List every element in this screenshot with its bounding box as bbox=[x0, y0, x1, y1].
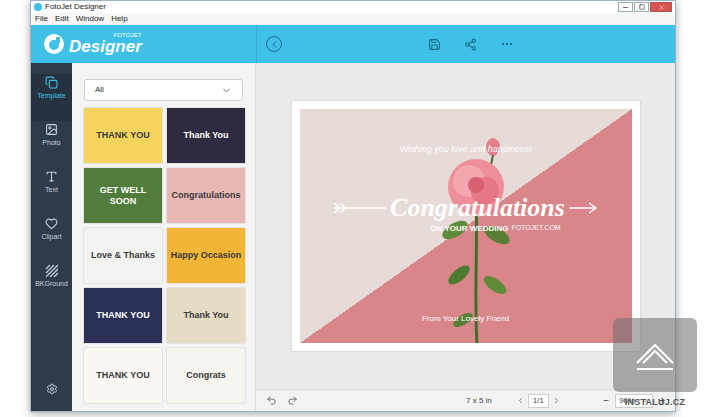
template-panel: AllTHANK YOUThank YouGET WELL SOONCongra… bbox=[72, 63, 256, 411]
minimize-icon bbox=[622, 4, 629, 11]
arrow-head-icon bbox=[569, 202, 597, 214]
logo-name: Designer bbox=[69, 38, 142, 56]
sidebar: TemplatePhotoTextClipartBKGround bbox=[31, 63, 72, 411]
template-thumbnail[interactable]: Congratulations bbox=[167, 168, 245, 223]
back-icon bbox=[269, 39, 280, 50]
arrow-tail-icon bbox=[334, 202, 386, 214]
watermark: INSTALUJ.CZ bbox=[613, 318, 697, 410]
screen: FotoJet DesignerFileEditWindowHelpFOTOJE… bbox=[0, 0, 704, 417]
close-button[interactable] bbox=[650, 2, 672, 12]
zoom-out-button[interactable]: − bbox=[603, 393, 609, 408]
save-icon[interactable] bbox=[428, 38, 441, 51]
card[interactable]: Wishing you love and happiness! Congratul… bbox=[292, 101, 640, 351]
menu-bar: File Edit Window Help bbox=[31, 13, 675, 25]
template-thumbnail[interactable]: GET WELL SOON bbox=[84, 168, 162, 223]
watermark-text: INSTALUJ.CZ bbox=[625, 396, 685, 410]
card-subtitle[interactable]: ON YOUR WEDDING bbox=[430, 223, 508, 235]
menu-item[interactable]: Window bbox=[76, 13, 104, 25]
maximize-icon bbox=[639, 4, 645, 10]
redo-icon[interactable] bbox=[287, 395, 298, 406]
status-bar: 7 x 5 in1/1−96%+ bbox=[256, 389, 675, 411]
menu-item[interactable]: File bbox=[35, 13, 48, 25]
window-title: FotoJet Designer bbox=[45, 1, 106, 13]
rose-icon bbox=[431, 135, 521, 343]
app-window: FotoJet DesignerFileEditWindowHelpFOTOJE… bbox=[30, 0, 676, 412]
nav-icon bbox=[45, 217, 58, 230]
card-title[interactable]: Congratulations bbox=[390, 193, 565, 223]
page-indicator: 1/1 bbox=[528, 394, 549, 408]
chevron-down-icon bbox=[221, 85, 232, 96]
template-thumbnail[interactable]: Love & Thanks bbox=[84, 228, 162, 283]
filter-dropdown[interactable]: All bbox=[84, 79, 243, 101]
window-controls bbox=[618, 2, 672, 12]
sidebar-item[interactable]: Clipart bbox=[31, 215, 72, 262]
template-thumbnail[interactable]: THANK YOU bbox=[84, 108, 162, 163]
logo-icon bbox=[43, 33, 65, 55]
body: TemplatePhotoTextClipartBKGround All THANK… bbox=[31, 63, 675, 411]
template-thumbnail[interactable]: THANK YOU bbox=[84, 288, 162, 343]
sidebar-item[interactable]: BKGround bbox=[31, 262, 72, 309]
template-thumbnail[interactable]: Happy Occasion bbox=[167, 228, 245, 283]
maximize-button[interactable] bbox=[634, 2, 649, 12]
template-thumbnail[interactable]: Thank You bbox=[167, 288, 245, 343]
undo-icon[interactable] bbox=[266, 395, 277, 406]
card-greeting[interactable]: Wishing you love and happiness! bbox=[400, 143, 532, 157]
gear-icon[interactable] bbox=[46, 383, 58, 395]
template-thumbnail[interactable]: Congrats bbox=[167, 348, 245, 403]
sidebar-item[interactable]: Template bbox=[31, 74, 72, 121]
more-icon[interactable] bbox=[500, 37, 514, 51]
template-thumbnail[interactable]: Thank You bbox=[167, 108, 245, 163]
toolbar bbox=[256, 25, 675, 63]
next-page-icon[interactable] bbox=[552, 396, 561, 405]
card-site[interactable]: FOTOJET.COM bbox=[511, 223, 560, 234]
app-icon bbox=[34, 3, 42, 11]
nav-icon bbox=[45, 123, 58, 136]
back-button[interactable] bbox=[266, 36, 282, 52]
sidebar-item[interactable]: Text bbox=[31, 168, 72, 215]
header-bar: FOTOJETDesigner bbox=[31, 25, 675, 63]
background-icon bbox=[45, 264, 58, 277]
share-icon[interactable] bbox=[464, 38, 477, 51]
prev-page-icon[interactable] bbox=[516, 396, 525, 405]
nav-icon bbox=[45, 170, 58, 183]
card-signature[interactable]: From Your Lovely Friend bbox=[422, 313, 509, 325]
watermark-logo-icon bbox=[633, 333, 677, 377]
sidebar-item[interactable]: Photo bbox=[31, 121, 72, 168]
page-size: 7 x 5 in bbox=[466, 395, 492, 407]
logo: FOTOJETDesigner bbox=[31, 25, 256, 63]
template-grid: THANK YOUThank YouGET WELL SOONCongratul… bbox=[84, 108, 243, 403]
menu-item[interactable]: Help bbox=[111, 13, 127, 25]
minimize-button[interactable] bbox=[618, 2, 633, 12]
template-thumbnail[interactable]: THANK YOU bbox=[84, 348, 162, 403]
menu-item[interactable]: Edit bbox=[55, 13, 69, 25]
title-bar: FotoJet Designer bbox=[31, 1, 675, 13]
close-icon bbox=[658, 4, 665, 11]
nav-icon bbox=[45, 76, 58, 89]
